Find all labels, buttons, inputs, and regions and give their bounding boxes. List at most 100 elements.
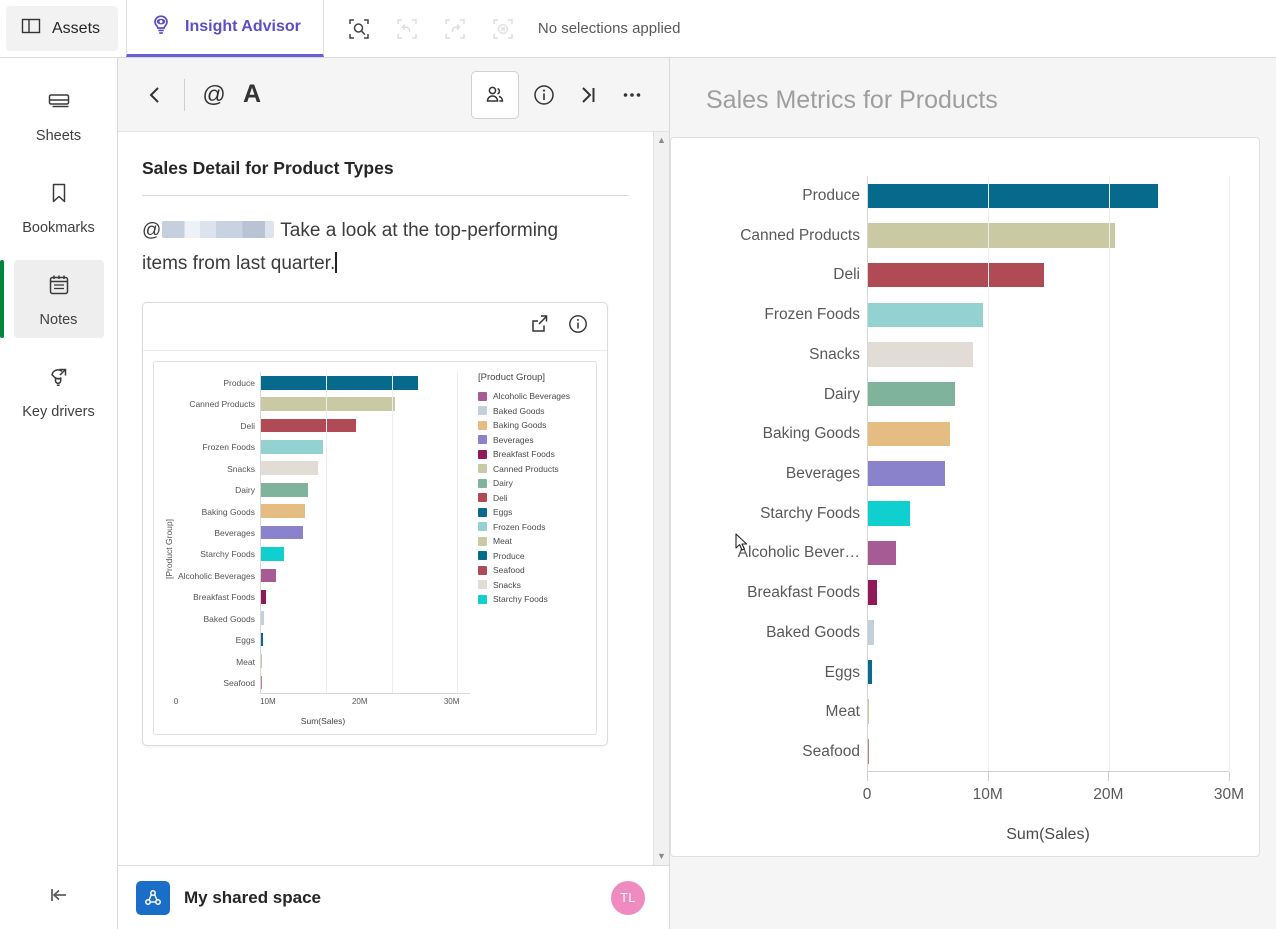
- selection-clear-icon: [490, 16, 516, 42]
- main-category-label[interactable]: Canned Products: [671, 216, 867, 256]
- sidebar-item-key-drivers[interactable]: Key drivers: [14, 352, 104, 430]
- avatar[interactable]: TL: [611, 880, 645, 915]
- scroll-up-arrow[interactable]: ▲: [657, 136, 666, 145]
- assets-button[interactable]: Assets: [6, 6, 119, 51]
- embedded-bar: [261, 547, 284, 561]
- main-category-label[interactable]: Snacks: [671, 335, 867, 375]
- legend-swatch: [478, 522, 487, 531]
- shared-space-icon: [136, 880, 170, 915]
- expand-right-icon[interactable]: [569, 76, 607, 114]
- main-bar[interactable]: [868, 580, 878, 605]
- main-bar[interactable]: [868, 381, 955, 407]
- embedded-legend-item: Snacks: [478, 580, 588, 590]
- share-export-icon[interactable]: [529, 313, 551, 340]
- main-gridline: [1229, 176, 1230, 771]
- main-chart-xlabel: Sum(Sales): [1006, 826, 1090, 843]
- main-bar-row: [868, 216, 1229, 256]
- legend-swatch: [478, 551, 487, 560]
- embedded-gridline: [456, 372, 458, 693]
- embedded-tick-label: 10M: [260, 697, 276, 706]
- main-category-axis: Produce Canned Products Deli Frozen Foods Sn…: [671, 176, 867, 772]
- sidebar-item-notes[interactable]: Notes: [0, 260, 104, 338]
- main-bar[interactable]: [868, 342, 973, 367]
- legend-label: Dairy: [493, 478, 513, 488]
- collapse-left-icon[interactable]: [0, 861, 117, 929]
- main-bar[interactable]: [868, 262, 1044, 288]
- main-bar[interactable]: [868, 421, 950, 447]
- sidebar-item-label: Bookmarks: [22, 220, 95, 236]
- collaborators-icon[interactable]: [471, 70, 519, 119]
- embedded-chart-card[interactable]: [Product Group] Produce Canned Products De…: [142, 302, 608, 746]
- embedded-legend-item: Canned Products: [478, 464, 588, 474]
- app-root: Assets Insight Advisor No selections app…: [0, 0, 1276, 929]
- main-category-label[interactable]: Beverages: [671, 454, 867, 494]
- main-bar-chart[interactable]: Produce Canned Products Deli Frozen Foods Sn…: [671, 138, 1259, 856]
- legend-label: Meat: [493, 536, 512, 546]
- main-category-label[interactable]: Eggs: [671, 653, 867, 693]
- embedded-tick-label: 30M: [443, 697, 460, 706]
- note-title: Sales Detail for Product Types: [142, 132, 629, 196]
- tab-insight-advisor[interactable]: Insight Advisor: [126, 0, 324, 57]
- embedded-bar: [261, 632, 263, 647]
- main-category-label[interactable]: Produce: [671, 176, 867, 216]
- legend-swatch: [478, 507, 487, 517]
- legend-swatch: [478, 565, 487, 575]
- at-sign-icon[interactable]: @: [195, 76, 233, 114]
- embedded-bar-row: [261, 672, 470, 693]
- embedded-legend: [Product Group] Alcoholic Beverages Baked…: [470, 372, 588, 726]
- embedded-bar-row: [261, 522, 470, 543]
- main-bar[interactable]: [868, 223, 1115, 248]
- embedded-legend-item: Starchy Foods: [478, 594, 588, 604]
- main-bar[interactable]: [868, 738, 869, 764]
- main-bar[interactable]: [868, 500, 911, 526]
- main-bar[interactable]: [868, 659, 872, 685]
- info-icon[interactable]: [525, 76, 563, 114]
- embedded-plot-area: [260, 372, 470, 694]
- embedded-legend-item: Beverages: [478, 435, 588, 445]
- main-category-label[interactable]: Deli: [671, 255, 867, 295]
- main-tick-label: 0: [862, 786, 872, 803]
- legend-swatch: [478, 435, 487, 444]
- embedded-bar-chart[interactable]: [Product Group] Produce Canned Products De…: [153, 361, 597, 735]
- embedded-bar: [261, 504, 306, 518]
- embedded-legend-item: Frozen Foods: [478, 522, 588, 532]
- main-category-label[interactable]: Meat: [671, 693, 867, 733]
- info-icon[interactable]: [567, 313, 589, 340]
- more-ellipsis-icon[interactable]: [613, 76, 651, 114]
- main-category-label[interactable]: Starchy Foods: [671, 494, 867, 534]
- legend-label: Baked Goods: [493, 405, 545, 416]
- sidebar-item-bookmarks[interactable]: Bookmarks: [14, 168, 104, 246]
- note-body-text[interactable]: @ Take a look at the top-performing items…: [142, 196, 582, 288]
- main-plot-area: [867, 176, 1230, 772]
- legend-label: Starchy Foods: [493, 594, 548, 604]
- embedded-bar-row: [261, 436, 470, 457]
- main-bar-row: [868, 533, 1229, 573]
- space-name[interactable]: My shared space: [184, 888, 321, 908]
- main-category-label[interactable]: Frozen Foods: [671, 295, 867, 335]
- sidebar-item-sheets[interactable]: Sheets: [14, 76, 104, 154]
- main-bar[interactable]: [868, 699, 869, 724]
- notes-scrollbar[interactable]: ▲ ▼: [653, 132, 669, 865]
- main-category-label[interactable]: Baking Goods: [671, 414, 867, 454]
- main-category-label[interactable]: Breakfast Foods: [671, 573, 867, 613]
- scroll-down-arrow[interactable]: ▼: [657, 852, 666, 861]
- embedded-bar-row: [261, 415, 470, 436]
- main-category-label[interactable]: Alcoholic Bever…: [671, 534, 867, 574]
- embedded-x-axis: 0 10M 20M 30M: [174, 694, 470, 714]
- main-bar-row: [868, 176, 1229, 216]
- main-bar[interactable]: [868, 619, 875, 645]
- embedded-bar-row: [261, 565, 470, 586]
- main-bar[interactable]: [868, 540, 897, 566]
- main-bar-row: [868, 414, 1229, 454]
- main-chart-card[interactable]: Produce Canned Products Deli Frozen Foods Sn…: [670, 137, 1260, 857]
- text-format-A-icon[interactable]: A: [233, 76, 271, 114]
- main-bar[interactable]: [868, 461, 945, 486]
- main-category-label[interactable]: Baked Goods: [671, 613, 867, 653]
- embedded-legend-item: Breakfast Foods: [478, 449, 588, 459]
- chevron-left-icon[interactable]: [136, 76, 174, 114]
- selection-search-icon[interactable]: [346, 16, 372, 42]
- main-bar[interactable]: [868, 302, 983, 328]
- main-bar[interactable]: [868, 183, 1158, 209]
- main-category-label[interactable]: Seafood: [671, 732, 867, 772]
- main-category-label[interactable]: Dairy: [671, 375, 867, 415]
